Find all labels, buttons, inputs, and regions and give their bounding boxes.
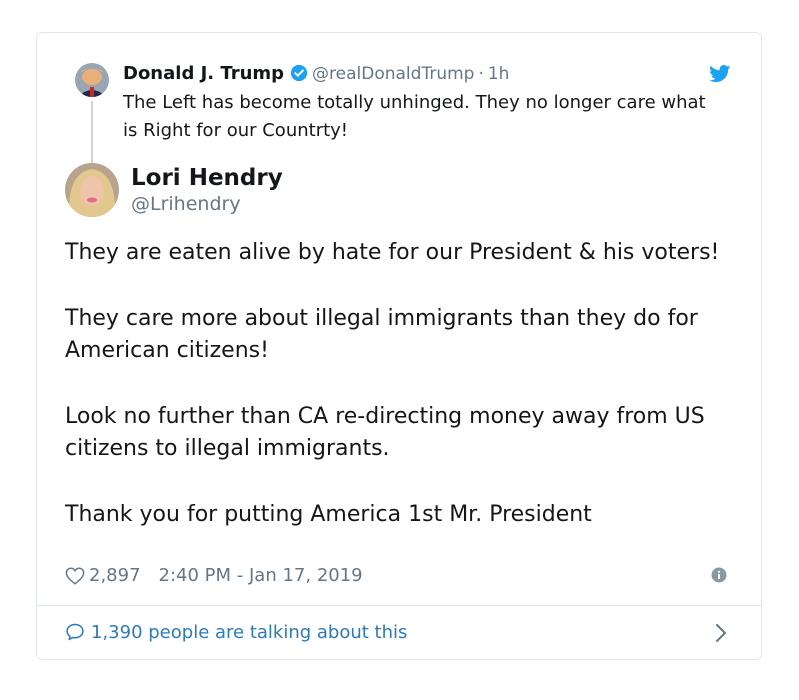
- tweet-paragraph: They are eaten alive by hate for our Pre…: [65, 240, 720, 265]
- embedded-tweet-card: Donald J. Trump @realDonaldTrump · 1h The L…: [36, 32, 762, 660]
- speech-bubble-icon: [65, 622, 85, 651]
- reply-author-handle[interactable]: @realDonaldTrump: [312, 64, 474, 84]
- tweet-paragraph: They care more about illegal immigrants …: [65, 306, 698, 363]
- tweet-paragraph: Thank you for putting America 1st Mr. Pr…: [65, 502, 592, 527]
- reply-time[interactable]: 1h: [488, 64, 510, 84]
- info-icon[interactable]: [711, 567, 727, 587]
- lori-hendry-avatar[interactable]: [65, 163, 119, 217]
- tweet-meta: 2,897 2:40 PM - Jan 17, 2019: [65, 563, 363, 593]
- reply-header: Donald J. Trump @realDonaldTrump · 1h: [123, 61, 509, 90]
- reply-text: The Left has become totally unhinged. Th…: [123, 92, 706, 141]
- talking-about-link[interactable]: 1,390 people are talking about this: [65, 619, 407, 651]
- trump-avatar[interactable]: [75, 63, 109, 97]
- heart-outline-icon[interactable]: [65, 567, 85, 593]
- twitter-bird-icon[interactable]: [709, 65, 731, 87]
- chevron-right-icon[interactable]: [715, 623, 727, 647]
- tweet-paragraph: Look no further than CA re-directing mon…: [65, 404, 705, 461]
- like-count[interactable]: 2,897: [89, 565, 141, 586]
- verified-badge-icon: [290, 64, 308, 90]
- footer-divider: [37, 605, 761, 606]
- tweet-author-handle[interactable]: @Lrihendry: [131, 191, 241, 217]
- tweet-timestamp[interactable]: 2:40 PM - Jan 17, 2019: [159, 565, 363, 586]
- talking-about-label: 1,390 people are talking about this: [91, 622, 408, 643]
- reply-separator: ·: [478, 64, 484, 84]
- tweet-author-name[interactable]: Lori Hendry: [131, 163, 283, 193]
- reply-author-name[interactable]: Donald J. Trump: [123, 63, 284, 84]
- tweet-body: They are eaten alive by hate for our Pre…: [65, 237, 735, 531]
